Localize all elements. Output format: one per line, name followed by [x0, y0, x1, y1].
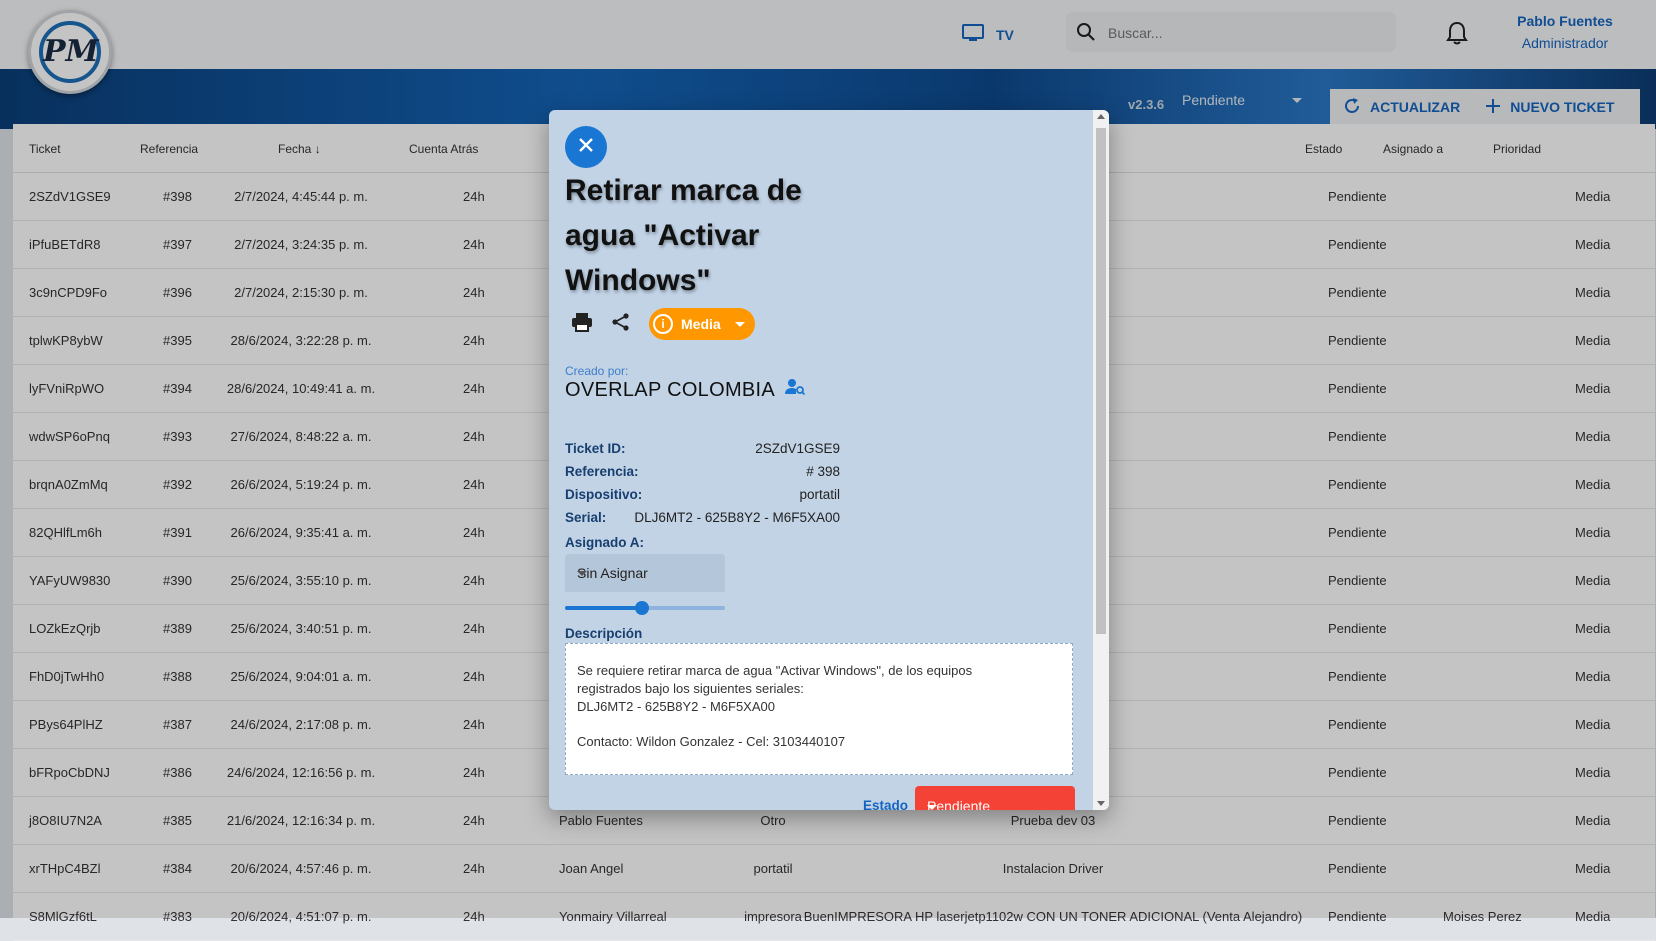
- status-select[interactable]: Pendiente: [915, 786, 1075, 810]
- info-value: # 398: [806, 464, 840, 479]
- info-key: Serial:: [565, 510, 607, 525]
- share-icon[interactable]: [611, 312, 631, 337]
- client-name: OVERLAP COLOMBIA: [565, 378, 776, 401]
- info-value: DLJ6MT2 - 625B8Y2 - M6F5XA00: [634, 510, 840, 525]
- close-icon: [578, 137, 594, 158]
- slider-fill: [565, 606, 642, 610]
- print-icon[interactable]: [571, 312, 593, 337]
- description-box[interactable]: Se requiere retirar marca de agua "Activ…: [565, 643, 1073, 775]
- description-label: Descripción: [565, 626, 643, 641]
- info-value: portatil: [799, 487, 840, 502]
- scroll-up-icon[interactable]: [1097, 114, 1105, 119]
- status-label: Estado: [863, 798, 909, 810]
- info-icon: i: [653, 314, 673, 334]
- priority-value: Media: [681, 316, 721, 332]
- created-by-client: OVERLAP COLOMBIA: [565, 378, 806, 402]
- slider-handle[interactable]: [634, 601, 649, 615]
- priority-select[interactable]: i Media: [649, 308, 755, 340]
- chevron-down-icon: [577, 571, 587, 576]
- assigned-label: Asignado A:: [565, 535, 644, 550]
- ticket-toolbar: i Media: [571, 308, 755, 340]
- info-row: Ticket ID: 2SZdV1GSE9: [565, 441, 840, 464]
- description-line: Se requiere retirar marca de agua "Activ…: [577, 663, 973, 678]
- user-search-icon[interactable]: [785, 378, 806, 402]
- info-value: 2SZdV1GSE9: [755, 441, 840, 456]
- ticket-info: Ticket ID: 2SZdV1GSE9 Referencia: # 398 Di…: [565, 441, 840, 533]
- created-by-label: Creado por:: [565, 364, 629, 378]
- info-row: Serial: DLJ6MT2 - 625B8Y2 - M6F5XA00: [565, 510, 840, 533]
- info-key: Dispositivo:: [565, 487, 643, 502]
- assigned-select[interactable]: Sin Asignar: [565, 554, 725, 592]
- info-key: Referencia:: [565, 464, 639, 479]
- ticket-title: Retirar marca de agua "Activar Windows": [565, 174, 802, 297]
- info-key: Ticket ID:: [565, 441, 626, 456]
- ticket-detail-modal: Retirar marca de agua "Activar Windows" …: [549, 110, 1109, 810]
- chevron-down-icon: [927, 805, 937, 810]
- description-line: registrados bajo los siguientes seriales…: [577, 681, 804, 696]
- info-row: Referencia: # 398: [565, 464, 840, 487]
- modal-scrollbar[interactable]: [1093, 110, 1109, 810]
- scroll-down-icon[interactable]: [1097, 801, 1105, 806]
- description-line: DLJ6MT2 - 625B8Y2 - M6F5XA00: [577, 699, 775, 714]
- close-button[interactable]: [565, 126, 607, 168]
- description-line: Contacto: Wildon Gonzalez - Cel: 3103440…: [577, 734, 846, 749]
- chevron-down-icon: [734, 321, 745, 327]
- assigned-value: Sin Asignar: [577, 565, 648, 581]
- scroll-thumb[interactable]: [1096, 128, 1106, 634]
- progress-slider[interactable]: [565, 601, 725, 615]
- info-row: Dispositivo: portatil: [565, 487, 840, 510]
- description-line: [577, 716, 1061, 733]
